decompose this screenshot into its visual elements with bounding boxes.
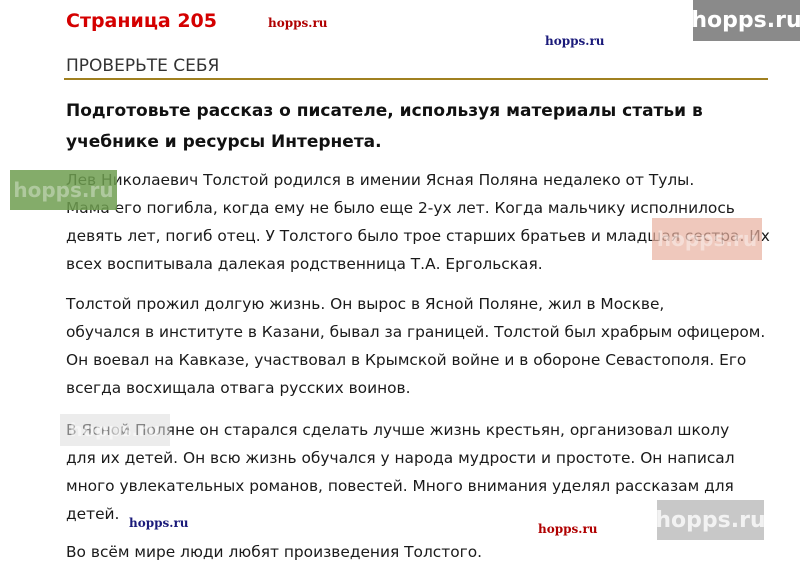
page-number: Страница 205 [66, 10, 217, 32]
watermark-text: hopps.ru [268, 16, 328, 30]
watermark-box: hopps.ru [655, 500, 766, 540]
section-title: ПРОВЕРЬТЕ СЕБЯ [66, 56, 220, 76]
watermark-box: hopps.ru [652, 218, 762, 260]
paragraph-line: Толстой прожил долгую жизнь. Он вырос в … [66, 295, 665, 313]
paragraph: Толстой прожил долгую жизнь. Он вырос в … [66, 290, 776, 402]
watermark-box: hopps.ru [691, 0, 800, 41]
watermark-text: hopps.ru [545, 34, 605, 48]
paragraph-line: В Ясной Поляне он старался сделать лучше… [66, 421, 730, 439]
paragraph-line: много увлекательных романов, повестей. М… [66, 477, 734, 495]
paragraph-line: всегда восхищала отвага русских воинов. [66, 379, 411, 397]
task-line: Подготовьте рассказ о писателе, использу… [66, 101, 703, 121]
task-line: учебнике и ресурсы Интернета. [66, 132, 382, 152]
paragraph-line: обучался в институте в Казани, бывал за … [66, 323, 766, 341]
section-rule [64, 78, 768, 80]
paragraph: Во всём мире люди любят произведения Тол… [66, 538, 776, 566]
watermark-text: hopps.ru [129, 516, 189, 530]
task-text: Подготовьте рассказ о писателе, использу… [66, 96, 756, 158]
paragraph-line: Во всём мире люди любят произведения Тол… [66, 543, 483, 561]
paragraph-line: Лев Николаевич Толстой родился в имении … [66, 171, 695, 189]
paragraph-line: для их детей. Он всю жизнь обучался у на… [66, 449, 735, 467]
paragraph-line: Он воевал на Кавказе, участвовал в Крымс… [66, 351, 747, 369]
watermark-text: hopps.ru [538, 522, 598, 536]
watermark-box: hopps.ru [60, 414, 170, 446]
watermark-box: hopps.ru [10, 170, 117, 210]
